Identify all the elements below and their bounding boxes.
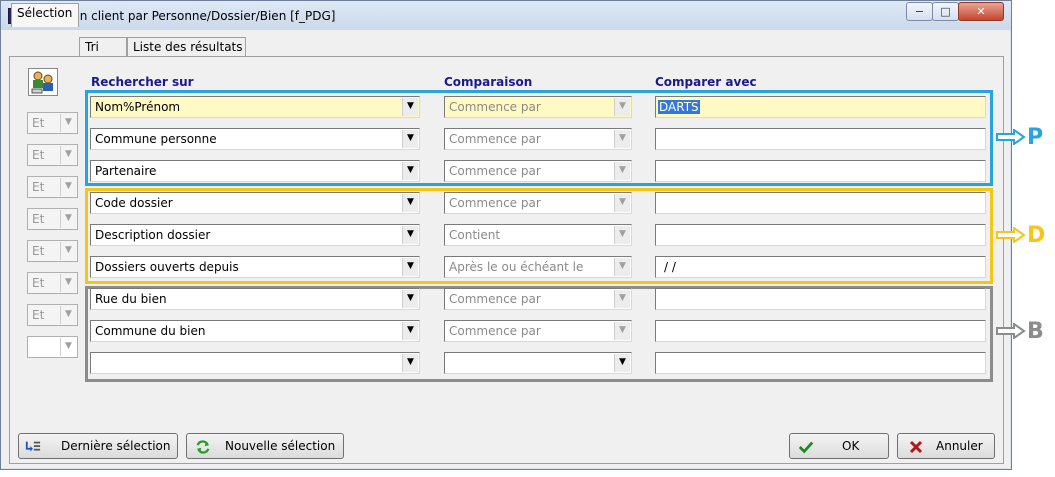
field-select[interactable]: ▼ (90, 352, 420, 374)
chevron-down-icon: ▼ (60, 114, 76, 132)
chevron-down-icon: ▼ (402, 322, 418, 340)
comparison-select[interactable]: Commence par ▼ (444, 128, 632, 150)
chevron-down-icon: ▼ (402, 354, 418, 372)
tab-selection[interactable]: Sélection (11, 3, 79, 27)
header-compare-with: Comparer avec (655, 75, 757, 89)
comparison-select[interactable]: Contient ▼ (444, 224, 632, 246)
chevron-down-icon: ▼ (402, 290, 418, 308)
compare-value-input[interactable] (655, 128, 986, 150)
logic-select[interactable]: Et ▼ (27, 144, 78, 166)
compare-value-input[interactable]: / / (655, 256, 986, 278)
refresh-icon (196, 440, 210, 454)
tab-results-list[interactable]: Liste des résultats (127, 37, 246, 57)
compare-value-input[interactable] (655, 192, 986, 214)
chevron-down-icon: ▼ (614, 290, 630, 308)
chevron-down-icon: ▼ (614, 162, 630, 180)
logic-select[interactable]: Et ▼ (27, 240, 78, 262)
header-search-on: Rechercher sur (91, 75, 194, 89)
comparison-select[interactable]: Commence par ▼ (444, 288, 632, 310)
compare-value-input[interactable] (655, 224, 986, 246)
field-select[interactable]: Nom%Prénom ▼ (90, 96, 420, 118)
compare-value-input[interactable] (655, 160, 986, 182)
chevron-down-icon: ▼ (614, 194, 630, 212)
new-selection-button[interactable]: Nouvelle sélection (186, 433, 344, 459)
chevron-down-icon: ▼ (402, 162, 418, 180)
logic-select[interactable]: Et ▼ (27, 272, 78, 294)
chevron-down-icon: ▼ (614, 130, 630, 148)
chevron-down-icon: ▼ (60, 306, 76, 324)
cancel-button[interactable]: Annuler (897, 433, 995, 459)
chevron-down-icon: ▼ (614, 226, 630, 244)
field-select[interactable]: Description dossier ▼ (90, 224, 420, 246)
field-select[interactable]: Partenaire ▼ (90, 160, 420, 182)
comparison-select[interactable]: Commence par ▼ (444, 96, 632, 118)
group-label-d: D (996, 223, 1051, 248)
comparison-select[interactable]: Après le ou échéant le ▼ (444, 256, 632, 278)
chevron-down-icon: ▼ (402, 258, 418, 276)
compare-value-input[interactable] (655, 352, 986, 374)
chevron-down-icon: ▼ (60, 210, 76, 228)
header-comparison: Comparaison (444, 75, 533, 89)
logic-select[interactable]: ▼ (27, 336, 78, 358)
last-selection-button[interactable]: Dernière sélection (18, 433, 178, 459)
field-select[interactable]: Commune du bien ▼ (90, 320, 420, 342)
comparison-select[interactable]: ▼ (444, 352, 632, 374)
compare-value-input[interactable] (655, 288, 986, 310)
comparison-select[interactable]: Commence par ▼ (444, 320, 632, 342)
chevron-down-icon: ▼ (614, 354, 630, 372)
chevron-down-icon: ▼ (60, 338, 76, 356)
logic-select[interactable]: Et ▼ (27, 112, 78, 134)
compare-value-input[interactable]: DARTS (655, 96, 986, 118)
people-filter-icon[interactable] (28, 68, 58, 96)
group-label-b: B (996, 319, 1051, 344)
chevron-down-icon: ▼ (60, 274, 76, 292)
chevron-down-icon: ▼ (60, 146, 76, 164)
field-select[interactable]: Commune personne ▼ (90, 128, 420, 150)
title-bar: Sélection client par Personne/Dossier/Bi… (1, 1, 1011, 31)
arrow-right-icon (996, 129, 1026, 145)
close-button[interactable]: ✕ (958, 2, 1004, 21)
logic-select[interactable]: Et ▼ (27, 176, 78, 198)
chevron-down-icon: ▼ (402, 98, 418, 116)
compare-value-input[interactable] (655, 320, 986, 342)
chevron-down-icon: ▼ (60, 178, 76, 196)
chevron-down-icon: ▼ (60, 242, 76, 260)
field-select[interactable]: Code dossier ▼ (90, 192, 420, 214)
field-select[interactable]: Rue du bien ▼ (90, 288, 420, 310)
tab-tri[interactable]: Tri (79, 37, 127, 57)
arrow-right-icon (996, 323, 1026, 339)
checkmark-icon (798, 441, 814, 454)
chevron-down-icon: ▼ (614, 98, 630, 116)
ok-button[interactable]: OK (789, 433, 889, 459)
chevron-down-icon: ▼ (402, 194, 418, 212)
logic-select[interactable]: Et ▼ (27, 304, 78, 326)
field-select[interactable]: Dossiers ouverts depuis ▼ (90, 256, 420, 278)
chevron-down-icon: ▼ (614, 322, 630, 340)
group-label-p: P (996, 125, 1051, 150)
chevron-down-icon: ▼ (402, 130, 418, 148)
minimize-button[interactable]: − (906, 2, 933, 21)
logic-select[interactable]: Et ▼ (27, 208, 78, 230)
comparison-select[interactable]: Commence par ▼ (444, 192, 632, 214)
chevron-down-icon: ▼ (614, 258, 630, 276)
x-icon (909, 440, 923, 454)
list-arrow-icon (25, 441, 41, 452)
arrow-right-icon (996, 227, 1026, 243)
comparison-select[interactable]: Commence par ▼ (444, 160, 632, 182)
maximize-button[interactable]: □ (932, 2, 959, 21)
chevron-down-icon: ▼ (402, 226, 418, 244)
